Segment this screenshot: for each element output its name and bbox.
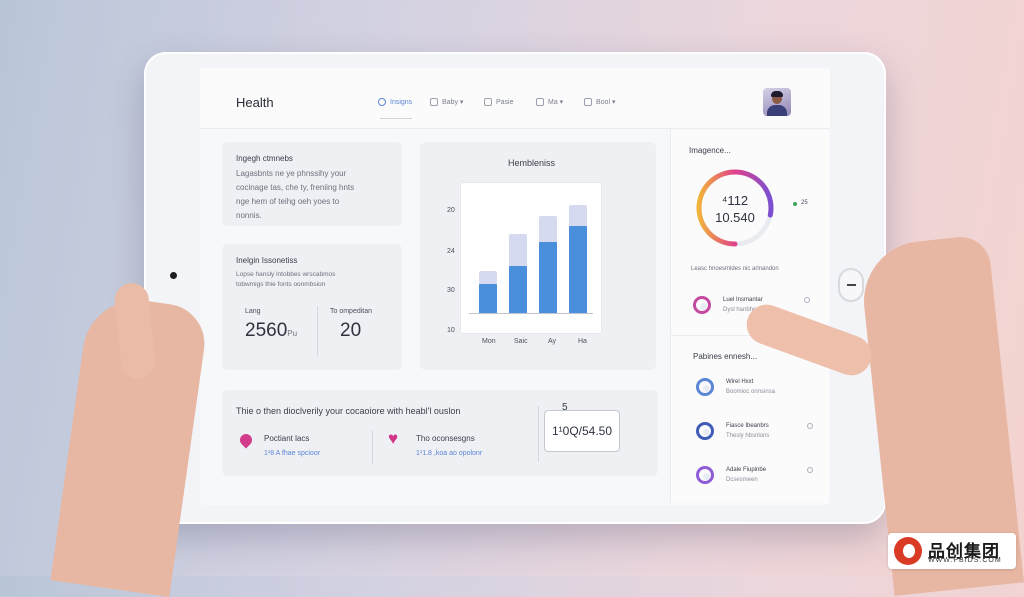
y-tick-label: 20	[447, 207, 455, 214]
info-icon[interactable]	[804, 297, 810, 303]
list-item[interactable]: Adale Fiupinbe Dcsesmeen	[696, 464, 821, 492]
nav-tab-insigns[interactable]: Insigns	[378, 98, 412, 106]
nav-tab-label: Pasie	[496, 98, 514, 106]
nav-tab-label: Ma ▾	[548, 99, 564, 106]
bar-chart	[460, 182, 602, 334]
nav-insigns-icon	[378, 98, 386, 106]
progress-ring-icon	[696, 466, 714, 484]
y-tick-label: 10	[447, 327, 455, 334]
nav-bool-icon	[584, 98, 592, 106]
stat-competition-value: 20	[340, 320, 362, 341]
stats-card-text: Lopse hansly lntobbes wrscabmos tobwmigs…	[236, 271, 336, 288]
stats-card-title: Inelgin Issonetiss	[236, 256, 298, 265]
tablet-home-button[interactable]	[838, 268, 864, 302]
list-item[interactable]: Wirel Hxxt Boomioc onnsinsa	[696, 376, 821, 404]
user-avatar[interactable]	[763, 88, 791, 116]
nav-tab-baby[interactable]: Baby ▾	[430, 98, 463, 106]
info-card-text: Lagasbnts ne ye phnssihy your cocinage t…	[236, 169, 355, 220]
info-icon[interactable]	[807, 467, 813, 473]
top-bar: Health Insigns Baby ▾ Pasie Ma ▾ Bool ▾	[200, 68, 830, 129]
summary-item1-sub[interactable]: 1¹8 A fhae spcioor	[264, 450, 320, 457]
summary-item2-sub[interactable]: 1¹1.8 ,koa ao opolonr	[416, 450, 482, 457]
nav-pasie-icon	[484, 98, 492, 106]
app-title: Health	[236, 95, 274, 110]
list-item-title: Luel Insmantar	[723, 297, 763, 303]
list-item-sub: Boomioc onnsinsa	[726, 389, 776, 395]
heart-icon: ♥	[388, 429, 399, 448]
list-item[interactable]: Fiasce Ibeanbrs Thesly hbsnlons	[696, 420, 821, 448]
chart-title: Hembleniss	[508, 158, 556, 168]
gauge-value: ⁴112 10.540	[715, 193, 755, 225]
list-item-title: Adale Fiupinbe	[726, 467, 767, 473]
stats-card: Inelgin Issonetiss Lopse hansly lntobbes…	[222, 244, 402, 370]
info-card-title: Ingegh ctmnebs	[236, 154, 293, 163]
summary-item2-title: Tho oconsesgns	[416, 434, 475, 443]
x-tick-label: Saic	[514, 338, 528, 345]
info-card-top: Ingegh ctmnebs Lagasbnts ne ye phnssihy …	[222, 142, 402, 226]
right-panel-title: Imagence...	[689, 146, 731, 155]
summary-headline: Thie o then dioclverily your cocaoiore w…	[236, 406, 461, 416]
list-item-title: Wirel Hxxt	[726, 379, 754, 385]
stat-competition-label: To ompeditan	[330, 308, 373, 315]
bar-value[interactable]	[539, 242, 557, 313]
summary-item1-title: Poctiant lacs	[264, 434, 310, 443]
active-tab-underline	[380, 118, 412, 119]
nav-tab-bool[interactable]: Bool ▾	[584, 98, 615, 106]
section-title: Pabines ennesh...	[693, 352, 758, 361]
list-item-sub: Dcsesmeen	[726, 477, 758, 483]
stats-divider	[317, 306, 318, 356]
nav-ma-icon	[536, 98, 544, 106]
info-icon[interactable]	[807, 423, 813, 429]
x-tick-label: Mon	[482, 338, 496, 345]
y-tick-label: 24	[447, 248, 455, 255]
list-item-sub: Thesly hbsnlons	[726, 433, 770, 439]
gauge-badge: 25	[801, 200, 808, 206]
dashboard-screen: Health Insigns Baby ▾ Pasie Ma ▾ Bool ▾	[200, 68, 830, 505]
progress-ring-icon	[693, 296, 711, 314]
nav-baby-icon	[430, 98, 438, 106]
tablet-camera	[170, 272, 177, 279]
status-dot	[793, 202, 797, 206]
bar-value[interactable]	[569, 226, 587, 313]
list-item-title: Fiasce Ibeanbrs	[726, 423, 769, 429]
nav-tab-ma[interactable]: Ma ▾	[536, 98, 563, 106]
bar-value[interactable]	[479, 284, 497, 313]
summary-card: Thie o then dioclverily your cocaoiore w…	[222, 390, 658, 476]
nav-tab-label: Bool ▾	[596, 99, 616, 106]
chart-card: Hembleniss 20 24 30 10 Mon Saic Ay Ha	[420, 142, 656, 370]
x-tick-label: Ay	[548, 338, 557, 345]
location-pin-icon	[237, 431, 255, 449]
nav-tab-label: Insigns	[390, 98, 413, 106]
brand-logo-icon	[894, 537, 922, 565]
nav-tab-pasie[interactable]: Pasie	[484, 98, 514, 106]
x-tick-label: Ha	[578, 338, 587, 345]
summary-divider	[372, 430, 373, 464]
progress-ring-icon	[696, 378, 714, 396]
y-tick-label: 30	[447, 287, 455, 294]
progress-ring-icon	[696, 422, 714, 440]
gauge-note: Leasc hnoesmldes nic arlnandon	[691, 266, 779, 272]
x-axis-line	[469, 313, 593, 314]
watermark-logo: 品创集团 WWW.PBIDS.COM	[888, 533, 1016, 569]
bar-value[interactable]	[509, 265, 527, 313]
summary-divider	[538, 406, 539, 462]
brand-url: WWW.PBIDS.COM	[928, 557, 1002, 564]
stat-lang-value: 2560Pu	[245, 320, 298, 341]
summary-value-box[interactable]: 1¹0Q/54.50	[544, 410, 620, 452]
stat-lang-label: Lang	[245, 308, 261, 315]
nav-tab-label: Baby ▾	[442, 99, 464, 106]
